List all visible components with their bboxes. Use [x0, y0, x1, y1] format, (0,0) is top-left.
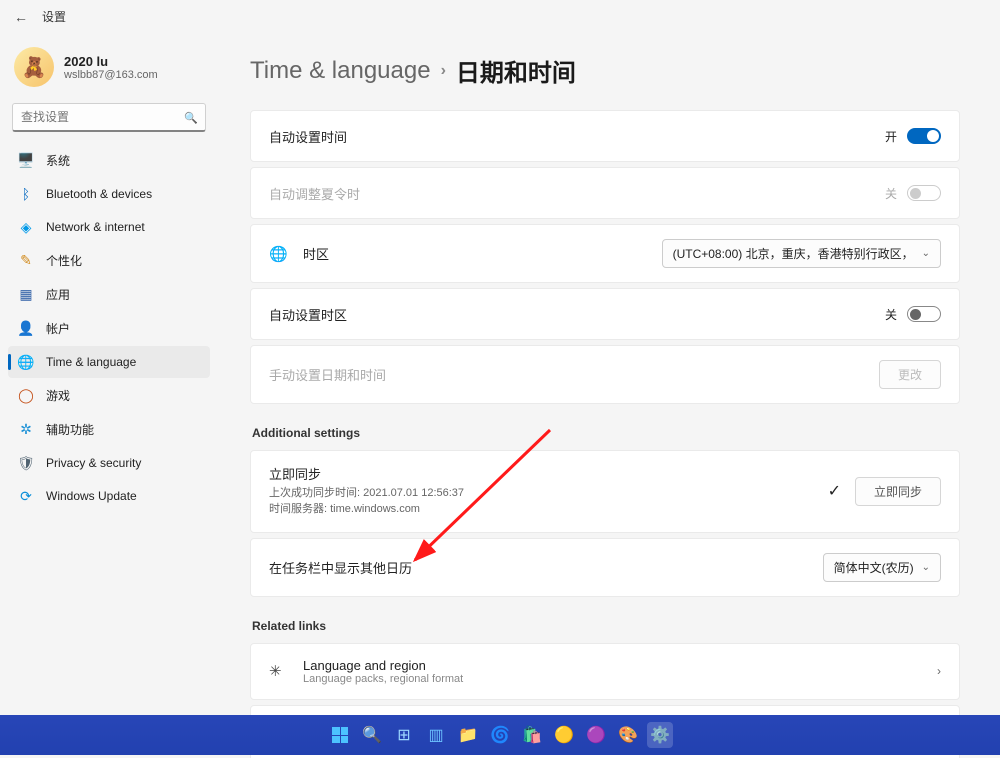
sidebar-item-accessibility[interactable]: ✲辅助功能 [8, 413, 210, 446]
toggle-auto-dst: 关 [885, 185, 941, 202]
switch-on-icon [907, 128, 941, 144]
taskbar-explorer-icon[interactable]: 📁 [455, 722, 481, 748]
taskbar-edge-icon[interactable]: 🌀 [487, 722, 513, 748]
globe-icon: 🌐 [269, 245, 287, 263]
brush-icon: ✎ [18, 253, 34, 269]
row-auto-time: 自动设置时间 开 [250, 110, 960, 162]
search-icon: 🔍 [184, 111, 198, 124]
sidebar: 🧸 2020 lu wslbb87@163.com 🔍 🖥️系统 ᛒBlueto… [0, 33, 218, 758]
link-language-region[interactable]: ✳ Language and region Language packs, re… [250, 643, 960, 700]
toggle-auto-tz[interactable]: 关 [885, 306, 941, 323]
main-layout: 🧸 2020 lu wslbb87@163.com 🔍 🖥️系统 ᛒBlueto… [0, 33, 1000, 758]
language-icon: ✳ [269, 662, 287, 680]
chevron-right-icon: › [937, 664, 941, 678]
avatar: 🧸 [14, 47, 54, 87]
row-timezone: 🌐 时区 (UTC+08:00) 北京，重庆，香港特别行政区， ⌄ [250, 224, 960, 283]
sidebar-item-time-language[interactable]: 🌐Time & language [8, 346, 210, 378]
switch-off-icon [907, 306, 941, 322]
row-label: 自动设置时区 [269, 305, 347, 324]
taskbar-search-icon[interactable]: 🔍 [359, 722, 385, 748]
section-additional: Additional settings [252, 426, 960, 440]
header-title: 设置 [42, 8, 66, 25]
row-taskbar-calendar: 在任务栏中显示其他日历 简体中文(农历) ⌄ [250, 538, 960, 597]
start-button[interactable] [327, 722, 353, 748]
sync-title: 立即同步 [269, 465, 464, 485]
sidebar-item-personalization[interactable]: ✎个性化 [8, 244, 210, 277]
sidebar-item-system[interactable]: 🖥️系统 [8, 144, 210, 177]
taskbar-widgets-icon[interactable]: ▥ [423, 722, 449, 748]
sidebar-item-windows-update[interactable]: ⟳Windows Update [8, 480, 210, 512]
checkmark-icon: ✓ [828, 481, 841, 501]
taskbar-settings-icon[interactable]: ⚙️ [647, 722, 673, 748]
content: Time & language › 日期和时间 自动设置时间 开 自动调整夏令时… [218, 33, 1000, 758]
shield-icon: 🛡 [18, 455, 34, 471]
sidebar-item-privacy[interactable]: 🛡Privacy & security [8, 447, 210, 479]
taskbar-paint-icon[interactable]: 🎨 [615, 722, 641, 748]
search-input[interactable] [12, 103, 206, 132]
user-email: wslbb87@163.com [64, 69, 158, 81]
taskbar-store-icon[interactable]: 🛍️ [519, 722, 545, 748]
time-icon: 🌐 [18, 354, 34, 370]
toggle-auto-time[interactable]: 开 [885, 128, 941, 145]
update-icon: ⟳ [18, 488, 34, 504]
switch-off-icon [907, 185, 941, 201]
breadcrumb-current: 日期和时间 [456, 53, 576, 88]
row-sync-now: 立即同步 上次成功同步时间: 2021.07.01 12:56:37 时间服务器… [250, 450, 960, 533]
row-auto-timezone: 自动设置时区 关 [250, 288, 960, 340]
row-manual-datetime: 手动设置日期和时间 更改 [250, 345, 960, 404]
dropdown-timezone[interactable]: (UTC+08:00) 北京，重庆，香港特别行政区， ⌄ [662, 239, 941, 268]
row-label: 自动设置时间 [269, 127, 347, 146]
window-header: ← 设置 [0, 0, 1000, 33]
sidebar-item-bluetooth[interactable]: ᛒBluetooth & devices [8, 178, 210, 210]
bluetooth-icon: ᛒ [18, 186, 34, 202]
sidebar-item-accounts[interactable]: 👤帐户 [8, 312, 210, 345]
search-box: 🔍 [12, 103, 206, 132]
chevron-down-icon: ⌄ [922, 562, 930, 573]
change-button[interactable]: 更改 [879, 360, 941, 389]
chevron-down-icon: ⌄ [922, 248, 930, 259]
breadcrumb: Time & language › 日期和时间 [250, 53, 960, 88]
taskbar-app-icon[interactable]: 🟣 [583, 722, 609, 748]
sync-now-button[interactable]: 立即同步 [855, 477, 941, 506]
back-icon[interactable]: ← [14, 9, 28, 25]
sync-line2: 时间服务器: time.windows.com [269, 501, 464, 518]
taskbar-chrome-icon[interactable]: 🟡 [551, 722, 577, 748]
sidebar-item-apps[interactable]: ▦应用 [8, 278, 210, 311]
accessibility-icon: ✲ [18, 422, 34, 438]
row-label: 在任务栏中显示其他日历 [269, 558, 412, 577]
sync-line1: 上次成功同步时间: 2021.07.01 12:56:37 [269, 485, 464, 502]
gaming-icon: ◯ [18, 388, 34, 404]
row-label: 手动设置日期和时间 [269, 365, 386, 384]
taskbar: 🔍 ⊞ ▥ 📁 🌀 🛍️ 🟡 🟣 🎨 ⚙️ [0, 715, 1000, 755]
user-name: 2020 lu [64, 54, 158, 69]
user-block[interactable]: 🧸 2020 lu wslbb87@163.com [8, 47, 210, 103]
sidebar-item-gaming[interactable]: ◯游戏 [8, 379, 210, 412]
chevron-right-icon: › [441, 62, 446, 80]
row-label: 时区 [303, 244, 329, 263]
section-related: Related links [252, 619, 960, 633]
system-icon: 🖥️ [18, 153, 34, 169]
row-label: 自动调整夏令时 [269, 184, 360, 203]
sidebar-item-network[interactable]: ◈Network & internet [8, 211, 210, 243]
breadcrumb-parent[interactable]: Time & language [250, 57, 431, 85]
apps-icon: ▦ [18, 287, 34, 303]
taskbar-taskview-icon[interactable]: ⊞ [391, 722, 417, 748]
nav-list: 🖥️系统 ᛒBluetooth & devices ◈Network & int… [8, 144, 210, 512]
dropdown-calendar[interactable]: 简体中文(农历) ⌄ [823, 553, 941, 582]
accounts-icon: 👤 [18, 321, 34, 337]
network-icon: ◈ [18, 219, 34, 235]
row-auto-dst: 自动调整夏令时 关 [250, 167, 960, 219]
